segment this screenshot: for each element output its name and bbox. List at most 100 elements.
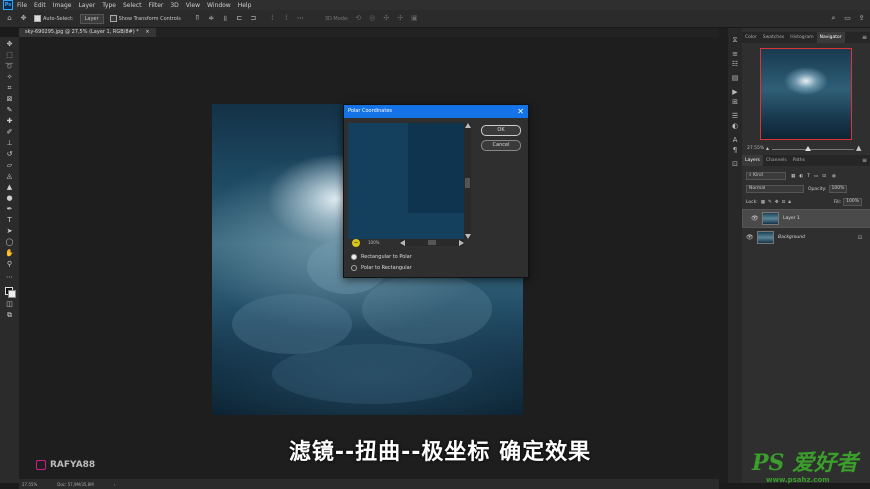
- 3d-orbit-icon[interactable]: ⟲: [354, 14, 363, 23]
- layer-row-background[interactable]: 👁︎ Background ⊡: [742, 229, 870, 246]
- adjustments-panel-icon[interactable]: ☷: [731, 60, 739, 68]
- menu-edit[interactable]: Edit: [34, 2, 46, 9]
- menu-filter[interactable]: Filter: [149, 2, 164, 9]
- filter-preview[interactable]: [348, 123, 464, 239]
- scroll-left-arrow-icon[interactable]: [400, 240, 405, 246]
- navigator-thumbnail[interactable]: [760, 48, 852, 140]
- menu-layer[interactable]: Layer: [78, 2, 95, 9]
- healing-brush-tool-icon[interactable]: ✚: [4, 117, 15, 126]
- filter-toggle-icon[interactable]: ●: [832, 174, 836, 179]
- eraser-tool-icon[interactable]: ▱: [4, 161, 15, 170]
- filter-adjustment-icon[interactable]: ◐: [799, 174, 803, 179]
- navigator-zoom-value[interactable]: 27.55%: [747, 146, 764, 151]
- quick-select-tool-icon[interactable]: ✧: [4, 73, 15, 82]
- scroll-down-arrow-icon[interactable]: [465, 234, 471, 239]
- lock-image-icon[interactable]: ✎: [768, 200, 772, 205]
- brush-tool-icon[interactable]: ✐: [4, 128, 15, 137]
- filter-type-icon[interactable]: T: [807, 174, 810, 179]
- filter-smart-object-icon[interactable]: ⊡: [822, 174, 826, 179]
- navigator-zoom-slider[interactable]: [772, 149, 854, 150]
- character-panel-icon[interactable]: A: [731, 136, 739, 144]
- layer-row-layer-1[interactable]: 👁︎ Layer 1: [742, 209, 870, 228]
- filter-pixel-icon[interactable]: ▦: [791, 174, 795, 179]
- pen-tool-icon[interactable]: ✒: [4, 205, 15, 214]
- align-bottom-icon[interactable]: ⫫: [221, 14, 230, 23]
- quick-mask-icon[interactable]: ◫: [4, 300, 15, 309]
- scroll-up-arrow-icon[interactable]: [465, 123, 471, 128]
- history-brush-tool-icon[interactable]: ↺: [4, 150, 15, 159]
- lock-transparent-icon[interactable]: ▦: [761, 200, 765, 205]
- align-middle-icon[interactable]: ≑: [207, 14, 216, 23]
- dodge-tool-icon[interactable]: ●: [4, 194, 15, 203]
- zoom-tool-icon[interactable]: ⚲: [4, 260, 15, 269]
- tab-navigator[interactable]: Navigator: [816, 32, 845, 43]
- show-transform-checkbox[interactable]: Show Transform Controls: [109, 15, 181, 22]
- tab-histogram[interactable]: Histogram: [787, 32, 816, 43]
- lock-position-icon[interactable]: ✥: [775, 200, 779, 205]
- menu-view[interactable]: View: [186, 2, 200, 9]
- 3d-scale-icon[interactable]: ▣: [410, 14, 419, 23]
- eyedropper-tool-icon[interactable]: ✎: [4, 106, 15, 115]
- panel-menu-icon[interactable]: ≡: [862, 34, 867, 41]
- visibility-eye-icon[interactable]: 👁︎: [746, 234, 754, 241]
- preview-horizontal-scrollbar[interactable]: [400, 239, 464, 246]
- distribute-icon[interactable]: ⦙: [268, 14, 277, 23]
- slider-knob[interactable]: [805, 146, 811, 151]
- tab-swatches[interactable]: Swatches: [760, 32, 788, 43]
- menu-image[interactable]: Image: [53, 2, 72, 9]
- layer-name[interactable]: Layer 1: [783, 215, 800, 223]
- document-tab[interactable]: sky-690295.jpg @ 27,5% (Layer 1, RGB/8#)…: [19, 28, 156, 37]
- home-icon[interactable]: ⌂: [5, 14, 14, 23]
- tab-layers[interactable]: Layers: [742, 155, 763, 166]
- paragraph-panel-icon[interactable]: ¶: [731, 146, 739, 154]
- close-icon[interactable]: ✕: [517, 105, 524, 118]
- type-tool-icon[interactable]: T: [4, 216, 15, 225]
- status-arrow-icon[interactable]: ›: [114, 482, 116, 487]
- menu-3d[interactable]: 3D: [170, 2, 178, 9]
- polar-to-rectangular-option[interactable]: Polar to Rectangular: [351, 265, 412, 271]
- zoom-out-small-icon[interactable]: ▴: [766, 145, 769, 152]
- blur-tool-icon[interactable]: ▲: [4, 183, 15, 192]
- more-options-icon[interactable]: ⋯: [296, 14, 305, 23]
- filter-shape-icon[interactable]: ▭: [814, 174, 818, 179]
- cancel-button[interactable]: Cancel: [481, 140, 521, 151]
- glyphs-panel-icon[interactable]: ⊡: [731, 160, 739, 168]
- frame-tool-icon[interactable]: ⊠: [4, 95, 15, 104]
- align-left-icon[interactable]: ⊏: [235, 14, 244, 23]
- zoom-in-large-icon[interactable]: ▲: [856, 144, 861, 152]
- 3d-pan-icon[interactable]: ✣: [382, 14, 391, 23]
- foreground-background-color-icon[interactable]: [4, 287, 16, 298]
- menu-select[interactable]: Select: [123, 2, 142, 9]
- photoshop-logo-icon[interactable]: Ps: [3, 0, 13, 10]
- dialog-title-bar[interactable]: Polar Coordinates: [344, 105, 528, 118]
- status-zoom[interactable]: 27.55%: [22, 482, 37, 487]
- zoom-out-button[interactable]: −: [352, 239, 360, 247]
- history-panel-icon[interactable]: ⧖: [731, 36, 739, 44]
- align-top-icon[interactable]: ⫪: [193, 14, 202, 23]
- color-panel-icon[interactable]: ◐: [731, 122, 739, 130]
- move-tool-icon[interactable]: ✥: [4, 40, 15, 49]
- share-icon[interactable]: ⇪: [857, 14, 866, 23]
- lasso-tool-icon[interactable]: ➰: [4, 62, 15, 71]
- clone-stamp-tool-icon[interactable]: ⊥: [4, 139, 15, 148]
- fill-field[interactable]: 100%: [843, 198, 862, 206]
- crop-tool-icon[interactable]: ⌗: [4, 84, 15, 93]
- search-icon[interactable]: ⌕: [829, 14, 838, 23]
- path-select-tool-icon[interactable]: ➤: [4, 227, 15, 236]
- menu-help[interactable]: Help: [238, 2, 252, 9]
- menu-type[interactable]: Type: [102, 2, 116, 9]
- visibility-eye-icon[interactable]: 👁︎: [751, 215, 759, 223]
- panel-menu-icon[interactable]: ≡: [862, 157, 867, 164]
- rectangular-to-polar-option[interactable]: Rectangular to Polar: [351, 254, 412, 260]
- menu-window[interactable]: Window: [207, 2, 231, 9]
- tab-channels[interactable]: Channels: [763, 155, 790, 166]
- scroll-thumb[interactable]: [428, 240, 436, 245]
- marquee-tool-icon[interactable]: ⬚: [4, 51, 15, 60]
- kind-filter-dropdown[interactable]: ⌕ Kind: [746, 172, 786, 180]
- menu-file[interactable]: File: [17, 2, 27, 9]
- tab-color[interactable]: Color: [742, 32, 760, 43]
- opacity-field[interactable]: 100%: [828, 185, 848, 193]
- auto-select-checkbox[interactable]: Auto-Select:: [34, 15, 74, 22]
- shape-tool-icon[interactable]: ◯: [4, 238, 15, 247]
- blend-mode-dropdown[interactable]: Normal: [746, 185, 804, 193]
